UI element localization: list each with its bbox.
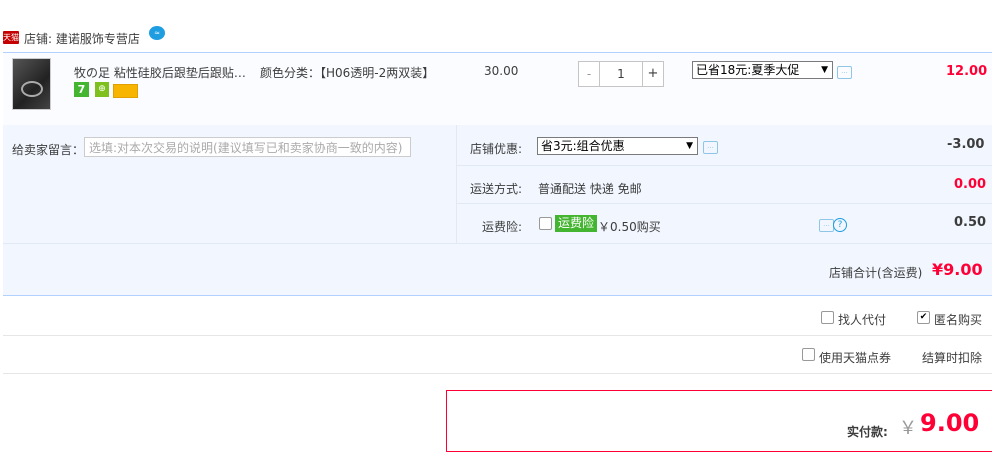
divider (456, 203, 992, 204)
discount-amount: -3.00 (947, 137, 985, 152)
shop-name[interactable]: 店铺: 建诺服饰专营店 (24, 30, 140, 47)
chat-bubble-icon[interactable]: ≈ (149, 26, 165, 40)
deduct-note: 结算时扣除 (922, 351, 983, 365)
shop-total-amount: ¥9.00 (932, 260, 983, 279)
anonymous-checkbox[interactable]: ✔ (917, 311, 930, 324)
insurance-badge: 运费险 (555, 215, 598, 232)
divider (3, 243, 992, 244)
shipping-amount: 0.00 (954, 177, 987, 192)
shipping-value: 普通配送 快递 免邮 (538, 182, 642, 196)
payment-label: 实付款: (847, 425, 888, 439)
tmall-points-label[interactable]: 使用天猫点券 (819, 349, 891, 366)
product-title[interactable]: 牧の足 粘性硅胶后跟垫后跟贴后跟 (74, 64, 252, 81)
credit-card-icon (113, 84, 138, 98)
insurance-price: ￥0.50购买 (598, 220, 661, 234)
anonymous-label[interactable]: 匿名购买 (934, 311, 982, 328)
proxy-pay-checkbox[interactable] (821, 311, 834, 324)
currency-symbol: ￥ (899, 418, 917, 439)
promo-select-value: 已省18元:夏季大促 (696, 63, 800, 77)
proxy-pay-label[interactable]: 找人代付 (838, 311, 886, 328)
quantity-plus-button[interactable]: + (642, 62, 663, 86)
seven-day-return-icon: 7 (74, 82, 89, 97)
message-icon[interactable]: ... (837, 66, 852, 79)
discount-label: 店铺优惠: (470, 142, 523, 156)
quantity-minus-button[interactable]: - (579, 62, 600, 86)
sku-info: 颜色分类：【H06透明-2两双装】 (260, 66, 435, 80)
item-subtotal: 12.00 (946, 64, 988, 79)
payment-amount: 9.00 (920, 409, 980, 437)
insurance-amount: 0.50 (954, 215, 987, 230)
message-icon[interactable]: ... (819, 219, 834, 232)
message-icon[interactable]: ... (703, 141, 718, 154)
discount-select-value: 省3元:组合优惠 (541, 139, 625, 153)
help-question-icon[interactable]: ? (833, 218, 847, 232)
seller-memo-input[interactable]: 选填:对本次交易的说明(建议填写已和卖家协商一致的内容) (84, 137, 411, 157)
product-thumbnail[interactable] (12, 58, 51, 110)
tmall-points-checkbox[interactable] (802, 348, 815, 361)
promo-select[interactable]: 已省18元:夏季大促 ▼ (692, 61, 833, 79)
insurance-checkbox[interactable] (539, 217, 552, 230)
guarantee-shield-icon: ⊕ (95, 82, 109, 97)
shop-total-label: 店铺合计(含运费) (829, 266, 923, 280)
divider (3, 335, 992, 336)
seller-memo-label: 给卖家留言： (12, 143, 85, 157)
divider (456, 165, 992, 166)
insurance-label: 运费险: (482, 220, 523, 234)
shipping-label: 运送方式: (470, 182, 523, 196)
divider (3, 373, 992, 374)
chevron-down-icon: ▼ (686, 141, 693, 151)
discount-select[interactable]: 省3元:组合优惠 ▼ (537, 137, 698, 155)
unit-price: 30.00 (484, 64, 519, 78)
quantity-input[interactable]: 1 (600, 62, 642, 86)
chevron-down-icon: ▼ (821, 65, 828, 75)
tmall-logo-icon: 天猫 (3, 31, 19, 44)
